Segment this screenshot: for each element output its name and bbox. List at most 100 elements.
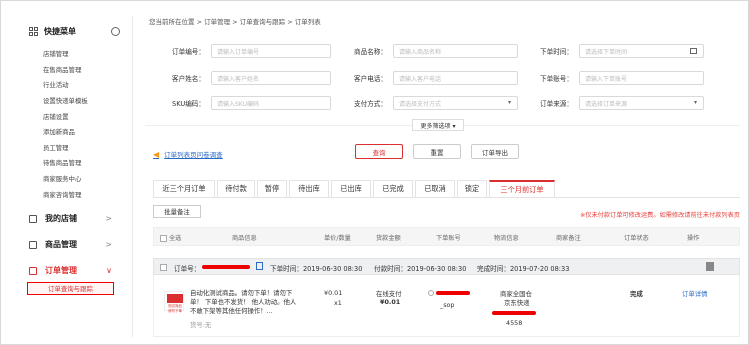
sidebar-item-order-tracking[interactable]: 订单查询与跟踪 <box>27 281 114 295</box>
gear-icon[interactable] <box>111 26 120 36</box>
order-time: 下单时间：2019-06-30 08:30 <box>270 265 363 273</box>
sidebar-item-store-mgmt[interactable]: 店铺管理 <box>13 46 132 62</box>
col-ops: 操作 <box>687 235 700 242</box>
col-price-qty: 单价/数量 <box>324 235 351 242</box>
order-account-label: 下单账号： <box>540 75 573 83</box>
table-header: 全选 商品信息 单价/数量 货款金额 下单账号 物流信息 商家备注 订单状态 操… <box>153 227 740 246</box>
sidebar-header: 快捷菜单 <box>13 16 132 46</box>
batch-note-button[interactable]: 批量备注 <box>153 205 201 218</box>
product-spec: 货号:无 <box>190 321 212 329</box>
tab-unpaid[interactable]: 待付款 <box>217 180 255 197</box>
survey-link[interactable]: ◀ 订单列表页问卷调查 <box>153 149 223 160</box>
product-name-label: 商品名称： <box>354 48 387 56</box>
shipping-notice: ※仅未付款订单可修改运费。如需修改请前往未付款列表页 <box>580 212 740 219</box>
sidebar-item-add-product[interactable]: 添加新商品 <box>13 124 132 140</box>
product-thumbnail[interactable]: 测试商品 请勿下单 <box>164 291 184 313</box>
quantity: x1 <box>334 299 342 307</box>
tab-completed[interactable]: 已完成 <box>373 180 413 197</box>
amount: ¥0.01 <box>380 298 401 306</box>
product-desc[interactable]: 自动化测试商品。请勿下单！请勿下单！ 下单也不发货！ 他人劝动。他人不敢下架等其… <box>190 289 300 316</box>
col-amount: 货款金额 <box>376 235 401 242</box>
order-checkbox[interactable] <box>160 263 167 271</box>
sidebar-item-waybill-template[interactable]: 设置快递单模板 <box>13 93 132 109</box>
customer-phone-input[interactable]: 请输入客户电话 <box>393 71 518 85</box>
sidebar-group-orders[interactable]: 订单管理 ∨ <box>13 260 132 282</box>
order-detail-link[interactable]: 订单详情 <box>682 289 708 298</box>
sku-label: SKU编码： <box>172 100 205 108</box>
tab-locked[interactable]: 锁定 <box>457 180 487 197</box>
sidebar: 快捷菜单 店铺管理 在售商品管理 行业活动 设置快递单模板 店铺设置 添加新商品… <box>13 16 133 337</box>
sidebar-title: 快捷菜单 <box>44 26 76 36</box>
tab-cancelled[interactable]: 已取消 <box>415 180 455 197</box>
flag-icon[interactable] <box>706 262 714 271</box>
account-redacted <box>428 289 471 297</box>
query-button[interactable]: 查询 <box>355 144 403 159</box>
copy-icon[interactable] <box>256 262 263 270</box>
order-time-placeholder: 请选择下单时间 <box>585 48 628 56</box>
pay-method-placeholder: 请选择支付方式 <box>399 100 442 108</box>
sidebar-item-store-settings[interactable]: 店铺设置 <box>13 108 132 124</box>
order-no-label: 订单编号： <box>172 48 205 56</box>
sidebar-item-onsale-products[interactable]: 在售商品管理 <box>13 62 132 78</box>
sidebar-item-industry-activity[interactable]: 行业活动 <box>13 77 132 93</box>
sidebar-item-staff[interactable]: 员工管理 <box>13 140 132 156</box>
calendar-icon <box>690 48 697 54</box>
customer-name-input[interactable]: 请输入客户姓名 <box>211 71 331 85</box>
order-account-input[interactable]: 请输入下单账号 <box>579 71 704 85</box>
order-time-picker[interactable]: 请选择下单时间 <box>579 44 704 58</box>
tab-older-than-3-months[interactable]: 三个月前订单 <box>489 180 555 197</box>
pay-method-select[interactable]: 请选择支付方式 ▾ <box>393 96 518 110</box>
tab-pending-outbound[interactable]: 待出库 <box>289 180 329 197</box>
select-all[interactable]: 全选 <box>160 233 181 242</box>
pay-method-label: 支付方式： <box>354 100 387 108</box>
grid-icon <box>29 26 38 36</box>
product-icon <box>29 240 37 249</box>
thumb-text: 测试商品 请勿下单 <box>168 304 182 313</box>
chevron-down-icon: ▾ <box>693 99 697 106</box>
survey-link-label: 订单列表页问卷调查 <box>164 151 223 159</box>
col-logistics: 物流信息 <box>494 235 519 242</box>
select-all-label: 全选 <box>168 235 182 242</box>
tab-recent-3-months[interactable]: 近三个月订单 <box>153 180 215 197</box>
chevron-right-icon: > <box>105 240 112 250</box>
order-status: 完成 <box>630 290 643 298</box>
chevron-down-icon: ∨ <box>106 266 112 276</box>
sidebar-group-my-store[interactable]: 我的店铺 > <box>13 208 132 230</box>
order-checkbox-wrap[interactable] <box>160 263 167 271</box>
sidebar-item-pending-products[interactable]: 待售商品管理 <box>13 155 132 171</box>
order-no-input[interactable]: 请输入订单编号 <box>211 44 331 58</box>
pay-time: 付款时间：2019-06-30 08:30 <box>374 265 467 273</box>
main-content: 您当前所在位置 > 订单管理 > 订单查询与跟踪 > 订单列表 订单编号： 请输… <box>145 16 740 337</box>
sidebar-group-label: 订单管理 <box>45 266 77 276</box>
tracking-redacted <box>492 309 536 317</box>
store-icon <box>29 214 37 223</box>
order-source-select[interactable]: 请选择订单来源 ▾ <box>579 96 704 110</box>
order-tabs: 近三个月订单 待付款 暂停 待出库 已出库 已完成 已取消 锁定 三个月前订单 <box>153 179 557 197</box>
select-all-checkbox[interactable] <box>160 234 167 242</box>
tab-paused[interactable]: 暂停 <box>257 180 287 197</box>
sidebar-item-service-center[interactable]: 商家服务中心 <box>13 171 132 187</box>
account-suffix: _sop <box>440 301 455 309</box>
col-account: 下单账号 <box>436 235 461 242</box>
tab-outbound[interactable]: 已出库 <box>331 180 371 197</box>
chevron-down-icon: ▾ <box>507 99 511 106</box>
product-name-input[interactable]: 请输入商品名称 <box>393 44 518 58</box>
sidebar-item-consult[interactable]: 商家咨询管理 <box>13 186 132 202</box>
sidebar-group-products[interactable]: 商品管理 > <box>13 234 132 256</box>
pay-type: 在线支付 <box>376 290 402 298</box>
reset-button[interactable]: 重置 <box>413 144 461 159</box>
finish-time: 完成时间：2019-07-20 08:33 <box>477 265 570 273</box>
order-no-label-text: 订单号： <box>174 265 201 273</box>
order-header-row: 订单号： 下单时间：2019-06-30 08:30 付款时间：2019-06-… <box>153 258 740 275</box>
customer-phone-label: 客户电话： <box>354 75 387 83</box>
tabs-underline <box>153 197 740 198</box>
order-no-redacted <box>202 265 250 269</box>
col-product: 商品信息 <box>232 235 257 242</box>
order-time-label: 下单时间： <box>540 48 573 56</box>
sidebar-group-label: 我的店铺 <box>45 214 77 224</box>
sku-input[interactable]: 请输入SKU编码 <box>211 96 331 110</box>
order-source-placeholder: 请选择订单来源 <box>585 100 628 108</box>
more-filters-button[interactable]: 更多筛选项 ▾ <box>412 119 464 131</box>
export-button[interactable]: 订单导出 <box>471 144 519 159</box>
breadcrumb: 您当前所在位置 > 订单管理 > 订单查询与跟踪 > 订单列表 <box>149 18 321 26</box>
